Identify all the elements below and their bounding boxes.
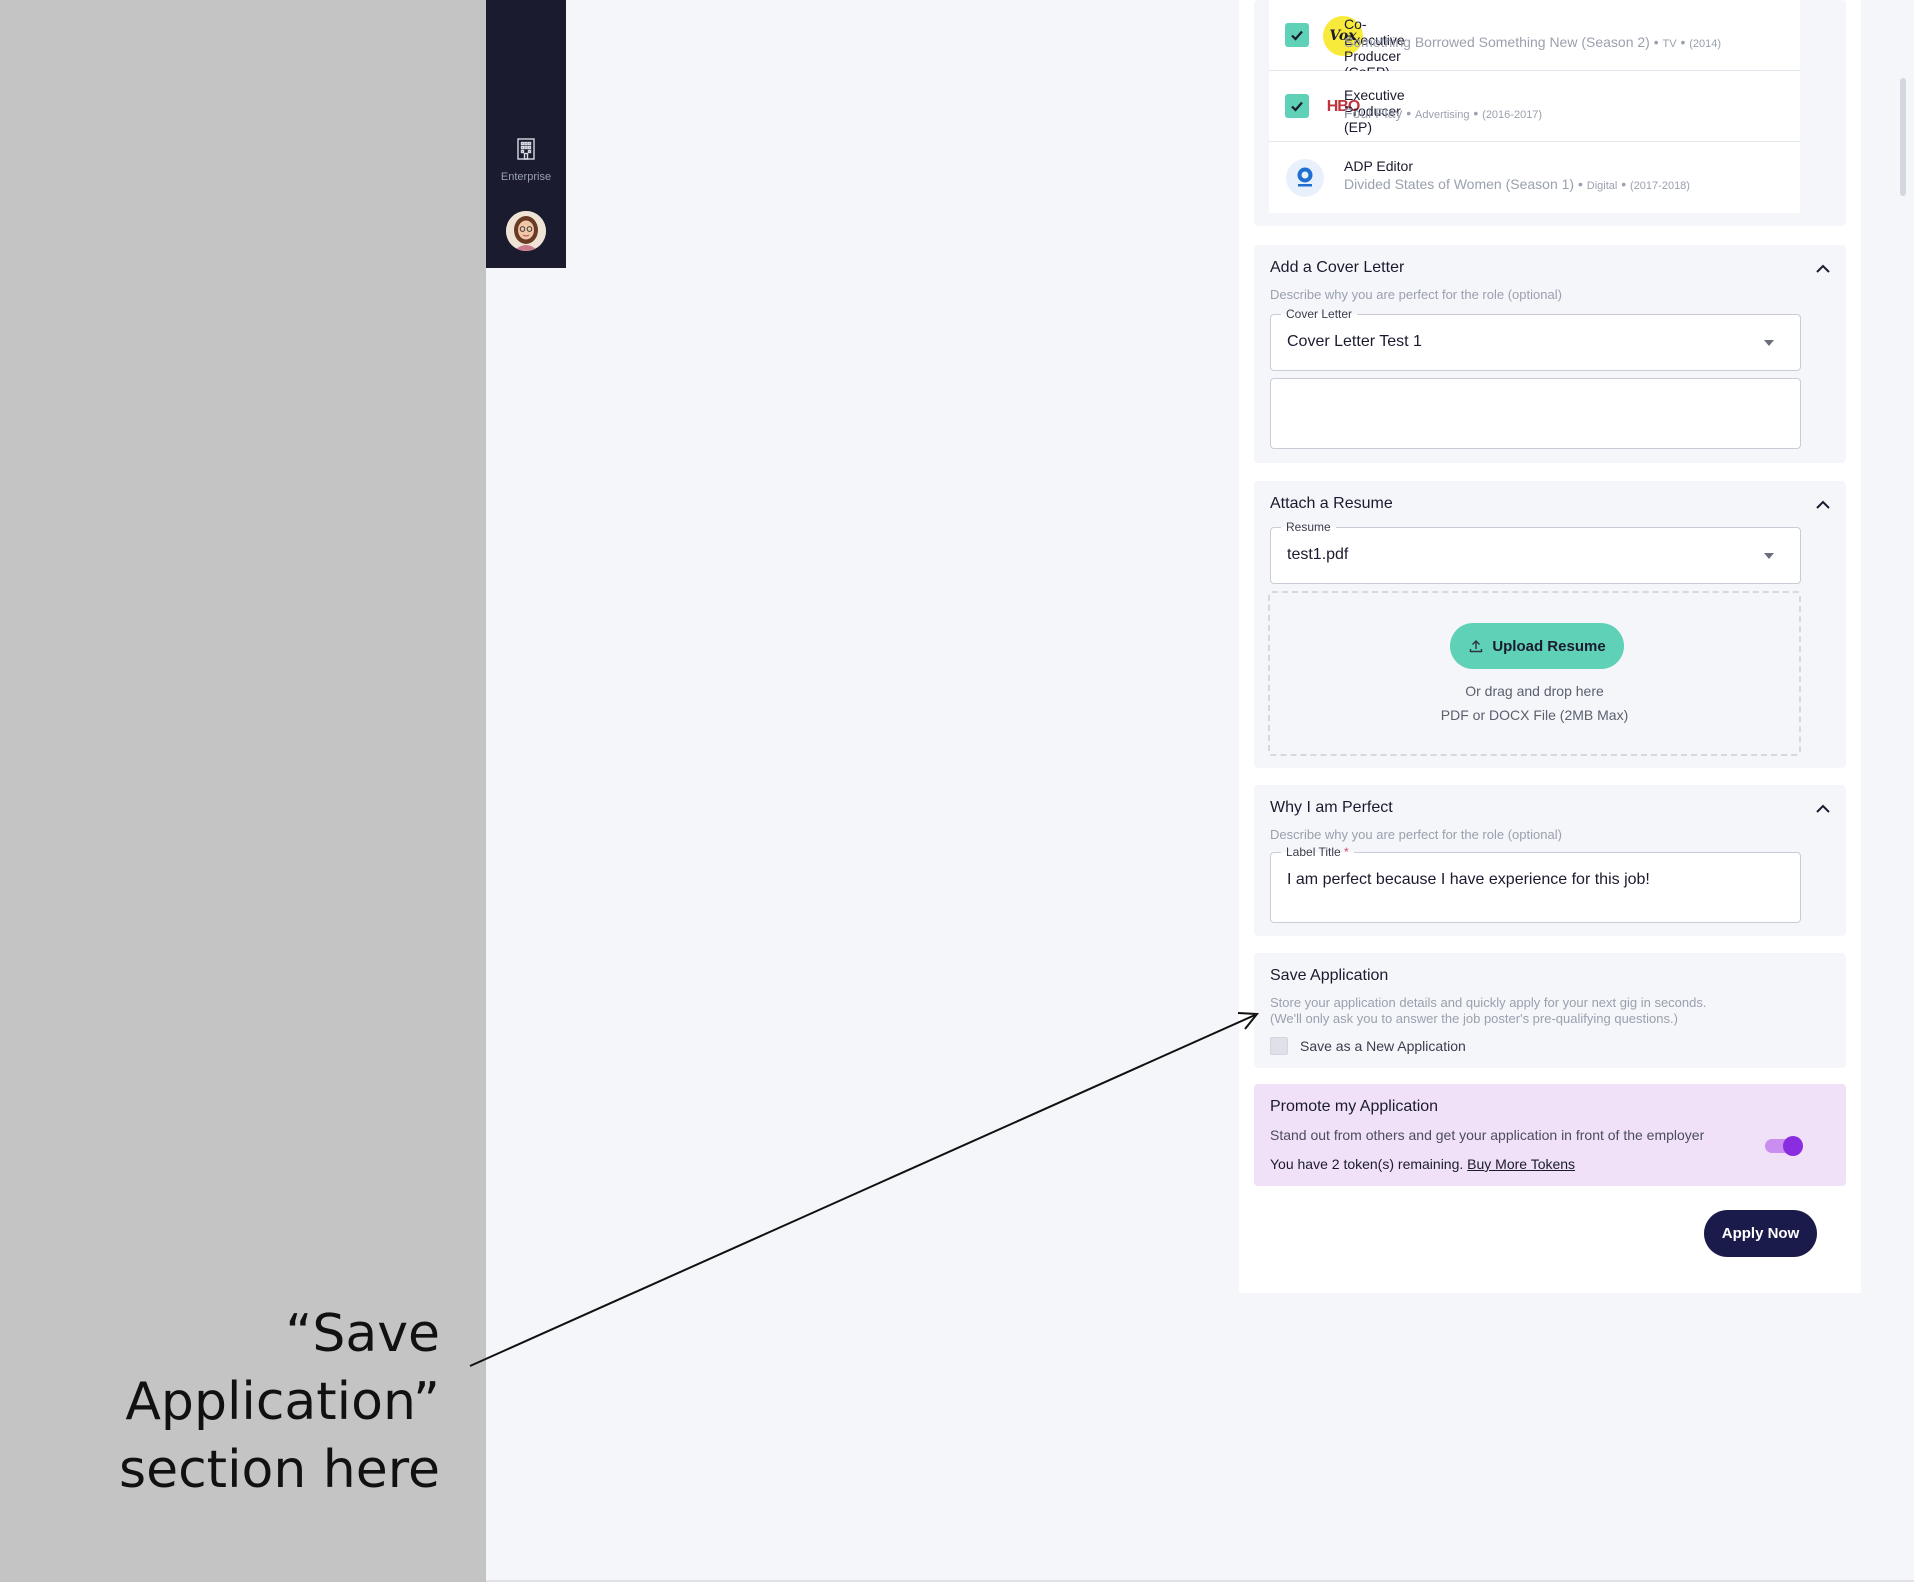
credit-item: ADP Editor Divided States of Women (Seas… [1269, 142, 1800, 213]
save-application-section: Save Application Store your application … [1254, 953, 1846, 1068]
credit-item: Vox Co-Executive Producer (CoEP) Somethi… [1269, 0, 1800, 80]
file-type-hint: PDF or DOCX File (2MB Max) [1440, 707, 1629, 723]
annotation-line-1: “Save Application” [125, 1304, 440, 1432]
field-label: Label Title * [1281, 845, 1354, 859]
sidebar-item-label: Enterprise [500, 171, 552, 183]
drop-hint: Or drag and drop here [1465, 683, 1604, 699]
sidebar-item-enterprise[interactable]: Enterprise [486, 136, 566, 190]
promote-toggle[interactable] [1765, 1136, 1803, 1156]
field-value: Cover Letter Test 1 [1287, 333, 1422, 350]
upload-icon [1470, 640, 1483, 653]
section-description: Stand out from others and get your appli… [1270, 1127, 1705, 1143]
credit-details: Foul Play • Advertising • (2016-2017) [1344, 105, 1543, 121]
checkbox-label: Save as a New Application [1300, 1038, 1466, 1054]
check-icon [1291, 30, 1303, 41]
credit-checkbox[interactable] [1285, 23, 1309, 47]
why-perfect-section: Why I am Perfect Describe why you are pe… [1254, 785, 1846, 936]
checkbox[interactable] [1270, 1037, 1288, 1055]
credit-item: HBO Executive Producer (EP) Foul Play • … [1269, 71, 1800, 142]
chevron-up-icon[interactable] [1814, 260, 1832, 278]
credits-section: Vox Co-Executive Producer (CoEP) Somethi… [1254, 0, 1846, 226]
section-title: Attach a Resume [1270, 495, 1393, 512]
annotation-callout: “Save Application” section here [0, 1300, 440, 1504]
promote-application-section: Promote my Application Stand out from ot… [1254, 1084, 1846, 1186]
why-perfect-field[interactable]: Label Title * I am perfect because I hav… [1270, 845, 1801, 923]
credit-checkbox[interactable] [1285, 94, 1309, 118]
tokens-remaining: You have 2 token(s) remaining. Buy More … [1270, 1156, 1576, 1172]
credit-role: ADP Editor [1344, 158, 1413, 174]
toggle-knob [1783, 1136, 1803, 1156]
caret-down-icon[interactable] [1764, 340, 1774, 346]
field-value: test1.pdf [1287, 546, 1349, 563]
section-description: Store your application details and quick… [1270, 995, 1707, 1026]
field-label: Resume [1281, 520, 1336, 534]
credit-details: Something Borrowed Something New (Season… [1344, 34, 1722, 50]
scrollbar-thumb[interactable] [1900, 78, 1906, 196]
sidebar: Enterprise [486, 0, 566, 268]
apply-now-button[interactable]: Apply Now [1704, 1210, 1817, 1257]
chevron-up-icon[interactable] [1814, 800, 1832, 818]
resume-select[interactable]: Resume test1.pdf [1270, 520, 1801, 584]
buy-more-tokens-link[interactable]: Buy More Tokens [1467, 1156, 1575, 1172]
building-icon [513, 136, 539, 167]
section-description: Describe why you are perfect for the rol… [1270, 287, 1562, 302]
required-mark: * [1344, 845, 1349, 859]
section-description: Describe why you are perfect for the rol… [1270, 827, 1562, 842]
user-avatar[interactable] [506, 211, 546, 251]
upload-label: Upload Resume [1492, 637, 1606, 655]
field-label: Cover Letter [1281, 307, 1358, 321]
annotation-line-2: section here [119, 1440, 440, 1500]
discovery-logo-icon [1285, 158, 1325, 198]
credit-details: Divided States of Women (Season 1) • Dig… [1344, 176, 1690, 192]
section-title: Promote my Application [1270, 1098, 1439, 1115]
field-value: I am perfect because I have experience f… [1287, 871, 1650, 888]
cover-letter-textarea[interactable] [1270, 378, 1801, 449]
resume-drop-zone[interactable]: Upload Resume Or drag and drop here PDF … [1268, 591, 1801, 756]
save-as-new-application-checkbox[interactable]: Save as a New Application [1270, 1037, 1466, 1055]
section-title: Why I am Perfect [1270, 799, 1393, 816]
check-icon [1291, 101, 1303, 112]
chevron-up-icon[interactable] [1814, 496, 1832, 514]
caret-down-icon[interactable] [1764, 553, 1774, 559]
section-title: Save Application [1270, 967, 1389, 984]
cover-letter-section: Add a Cover Letter Describe why you are … [1254, 245, 1846, 463]
upload-resume-button[interactable]: Upload Resume [1450, 623, 1624, 669]
resume-section: Attach a Resume Resume test1.pdf Upload … [1254, 481, 1846, 768]
app-window: Enterprise Vox Co-Executive Producer Som… [486, 0, 1914, 1582]
application-panel: Vox Co-Executive Producer (CoEP) Somethi… [1239, 0, 1861, 1293]
cover-letter-select[interactable]: Cover Letter Cover Letter Test 1 [1270, 307, 1801, 371]
section-title: Add a Cover Letter [1270, 259, 1405, 276]
